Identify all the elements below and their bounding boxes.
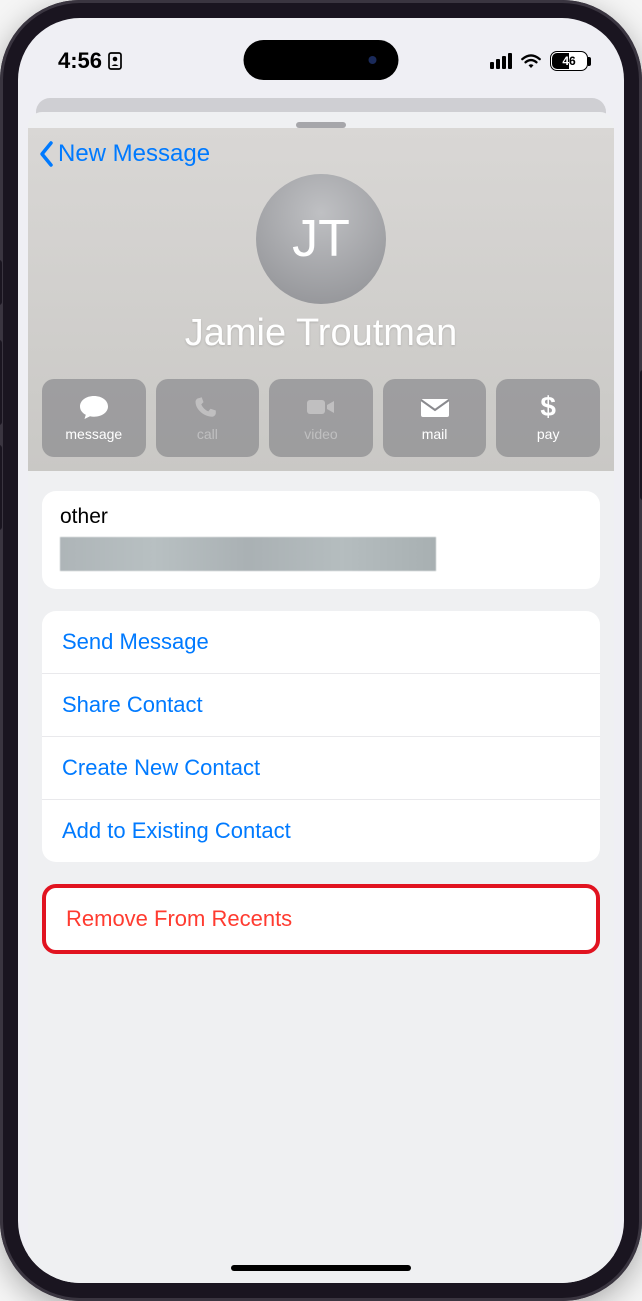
call-label: call (197, 426, 218, 442)
mail-label: mail (422, 426, 448, 442)
call-button[interactable]: call (156, 379, 260, 457)
message-icon (77, 394, 111, 420)
dollar-icon: $ (540, 391, 556, 423)
contact-card-icon (108, 52, 122, 70)
phone-frame: 4:56 46 (0, 0, 642, 1301)
pay-label: pay (537, 426, 560, 442)
share-contact-option[interactable]: Share Contact (42, 673, 600, 736)
signal-icon (490, 53, 512, 69)
options-card: Send Message Share Contact Create New Co… (42, 611, 600, 862)
message-label: message (65, 426, 122, 442)
avatar-initials: JT (292, 209, 350, 269)
message-button[interactable]: message (42, 379, 146, 457)
other-card[interactable]: other (42, 491, 600, 589)
video-label: video (304, 426, 337, 442)
pay-button[interactable]: $ pay (496, 379, 600, 457)
battery-icon: 46 (550, 51, 588, 71)
video-button[interactable]: video (269, 379, 373, 457)
camera-dot (369, 56, 377, 64)
battery-percent: 46 (562, 54, 575, 68)
back-label: New Message (58, 140, 210, 168)
contact-name: Jamie Troutman (28, 312, 614, 355)
modal-sheet: New Message JT Jamie Troutman message (28, 112, 614, 1283)
remove-from-recents-button[interactable]: Remove From Recents (42, 884, 600, 954)
back-button[interactable]: New Message (28, 132, 614, 174)
mail-icon (418, 394, 452, 420)
screen: 4:56 46 (18, 18, 624, 1283)
pay-icon: $ (531, 394, 565, 420)
side-button (0, 260, 2, 305)
phone-icon (190, 394, 224, 420)
home-indicator[interactable] (231, 1265, 411, 1271)
status-time: 4:56 (58, 48, 102, 74)
redacted-contact-value (60, 537, 436, 571)
video-icon (304, 394, 338, 420)
dynamic-island (244, 40, 399, 80)
other-label: other (60, 505, 582, 529)
side-button (0, 340, 2, 425)
mail-button[interactable]: mail (383, 379, 487, 457)
action-row: message call video (28, 379, 614, 457)
avatar[interactable]: JT (256, 174, 386, 304)
add-existing-contact-option[interactable]: Add to Existing Contact (42, 799, 600, 862)
contact-header: New Message JT Jamie Troutman message (28, 128, 614, 471)
side-button (0, 445, 2, 530)
send-message-option[interactable]: Send Message (42, 611, 600, 673)
content-area: other Send Message Share Contact Create … (28, 471, 614, 954)
chevron-left-icon (38, 140, 56, 168)
wifi-icon (520, 53, 542, 69)
create-new-contact-option[interactable]: Create New Contact (42, 736, 600, 799)
